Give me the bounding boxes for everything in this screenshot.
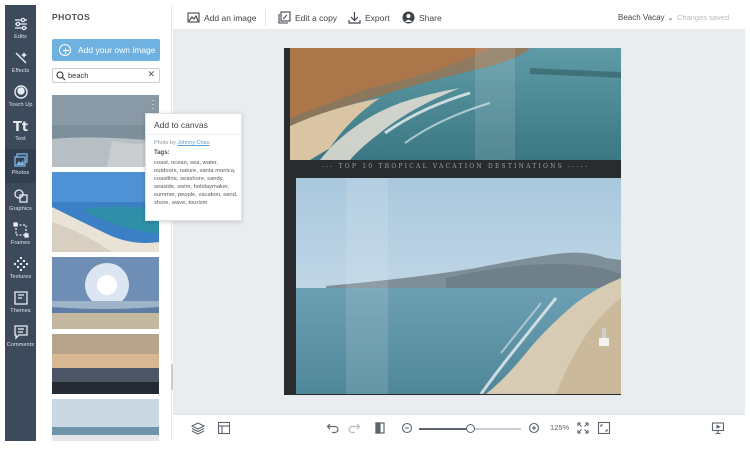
more-options-icon[interactable]: · · · bbox=[150, 96, 156, 113]
photo-credit: Photo by Johnny Chau bbox=[154, 140, 210, 146]
edit-copy-label: Edit a copy bbox=[295, 12, 338, 23]
redo-icon[interactable] bbox=[347, 421, 361, 435]
frame-icon bbox=[12, 222, 29, 238]
rail-label: Touch Up bbox=[8, 102, 33, 108]
plus-circle-icon bbox=[59, 44, 71, 56]
search-input[interactable] bbox=[68, 70, 143, 81]
add-image-label: Add an image bbox=[204, 12, 257, 23]
tags-heading: Tags: bbox=[154, 150, 170, 156]
photos-icon bbox=[13, 153, 28, 167]
tags-list: coast, ocean, sea, water, outdoors, natu… bbox=[154, 160, 238, 207]
rail-item-textures[interactable]: Textures bbox=[5, 253, 36, 287]
rail-label: Textures bbox=[9, 274, 32, 280]
add-image-button[interactable]: Add an image bbox=[187, 5, 256, 30]
zoom-slider-handle[interactable] bbox=[465, 424, 475, 433]
rail-item-graphics[interactable]: Graphics bbox=[5, 185, 36, 219]
rail-item-themes[interactable]: Themes bbox=[5, 287, 36, 321]
add-own-image-button[interactable]: Add your own image bbox=[52, 39, 160, 61]
zoom-slider-fill bbox=[419, 428, 470, 430]
rail-label: Edits bbox=[14, 34, 27, 40]
comment-icon bbox=[13, 325, 28, 340]
zoom-in-icon[interactable] bbox=[527, 421, 541, 435]
texture-icon bbox=[13, 257, 28, 271]
rail-label: Frames bbox=[10, 240, 31, 246]
add-to-canvas-action[interactable]: Add to canvas bbox=[154, 120, 208, 130]
layers-icon[interactable] bbox=[191, 421, 205, 435]
rail-item-text[interactable]: Tt Text bbox=[5, 115, 36, 149]
rail-label: Comments bbox=[6, 342, 35, 348]
rail-item-frames[interactable]: Frames bbox=[5, 219, 36, 253]
popover-divider bbox=[146, 134, 241, 135]
rail-item-effects[interactable]: Effects bbox=[5, 47, 36, 81]
top-toolbar: Add an image Edit a copy Export Share Be… bbox=[172, 5, 745, 30]
beach-photo-5 bbox=[52, 399, 159, 441]
document-name: Beach Vacay bbox=[618, 13, 665, 22]
rail-label: Themes bbox=[10, 308, 31, 314]
share-button[interactable]: Share bbox=[402, 5, 442, 30]
photos-panel: PHOTOS Add your own image ✕ ··· bbox=[36, 5, 172, 441]
photo-thumbnail[interactable] bbox=[52, 399, 159, 441]
compare-icon[interactable] bbox=[373, 421, 387, 435]
toolbar-divider bbox=[265, 9, 266, 26]
share-icon bbox=[402, 11, 415, 24]
canvas-photo-top[interactable] bbox=[290, 48, 621, 160]
beach-photo-2 bbox=[52, 172, 159, 252]
shapes-icon bbox=[13, 189, 28, 203]
rail-label: Effects bbox=[11, 68, 30, 74]
add-own-image-label: Add your own image bbox=[78, 45, 156, 55]
panel-title: PHOTOS bbox=[52, 12, 91, 22]
canvas-photo-bottom[interactable] bbox=[296, 178, 621, 394]
face-icon bbox=[13, 85, 28, 99]
text-icon: Tt bbox=[13, 120, 28, 134]
chevron-down-icon: ⌄ bbox=[667, 14, 674, 22]
download-icon bbox=[348, 12, 361, 24]
photo-thumbnail[interactable] bbox=[52, 334, 159, 394]
export-button[interactable]: Export bbox=[348, 5, 390, 30]
photo-thumbnail[interactable] bbox=[52, 257, 159, 329]
beach-photo-1 bbox=[52, 95, 159, 167]
photo-author-link[interactable]: Johnny Chau bbox=[177, 140, 209, 146]
svg-text:Tt: Tt bbox=[13, 120, 28, 134]
photo-editor-app: Edits Effects Touch Up Tt Text Photos Gr… bbox=[0, 0, 750, 451]
fit-screen-icon[interactable] bbox=[576, 421, 590, 435]
photo-thumbnail[interactable]: · · · bbox=[52, 95, 159, 167]
zoom-level: 125% bbox=[550, 423, 570, 432]
photo-credit-prefix: Photo by bbox=[154, 140, 176, 146]
present-icon[interactable] bbox=[711, 421, 725, 435]
rail-item-comments[interactable]: Comments bbox=[5, 321, 36, 355]
rail-label: Text bbox=[15, 136, 26, 142]
grid-layout-icon[interactable] bbox=[217, 421, 231, 435]
rail-label: Graphics bbox=[9, 206, 32, 212]
document-name-dropdown[interactable]: Beach Vacay ⌄ bbox=[618, 5, 673, 30]
themes-icon bbox=[13, 291, 28, 305]
add-image-icon bbox=[187, 12, 200, 23]
zoom-out-icon[interactable] bbox=[400, 421, 414, 435]
beach-photo-4 bbox=[52, 334, 159, 394]
tool-rail: Edits Effects Touch Up Tt Text Photos Gr… bbox=[5, 5, 36, 441]
search-field[interactable]: ✕ bbox=[52, 68, 160, 83]
fullscreen-icon[interactable] bbox=[597, 421, 611, 435]
search-icon bbox=[56, 71, 66, 81]
edit-copy-button[interactable]: Edit a copy bbox=[278, 5, 337, 30]
rail-item-touch-up[interactable]: Touch Up bbox=[5, 81, 36, 115]
save-status: Changes saved bbox=[677, 13, 730, 22]
export-label: Export bbox=[365, 12, 390, 23]
rail-item-photos[interactable]: Photos bbox=[5, 149, 36, 183]
rail-item-edits[interactable]: Edits bbox=[5, 13, 36, 47]
beach-photo-3 bbox=[52, 257, 159, 329]
clear-search-icon[interactable]: ✕ bbox=[147, 69, 155, 80]
sliders-icon bbox=[14, 17, 27, 31]
bottom-margin bbox=[0, 441, 750, 451]
rail-label: Photos bbox=[11, 170, 30, 176]
canvas-caption[interactable]: --- TOP 10 TROPICAL VACATION DESTINATION… bbox=[290, 160, 621, 172]
share-label: Share bbox=[419, 12, 442, 23]
bottom-bar: 125% bbox=[173, 414, 745, 441]
photo-thumbnail[interactable] bbox=[52, 172, 159, 252]
add-to-canvas-popover: Add to canvas Photo by Johnny Chau Tags:… bbox=[145, 113, 242, 221]
edit-copy-icon bbox=[278, 11, 291, 24]
wand-icon bbox=[14, 52, 27, 64]
undo-icon[interactable] bbox=[326, 421, 340, 435]
